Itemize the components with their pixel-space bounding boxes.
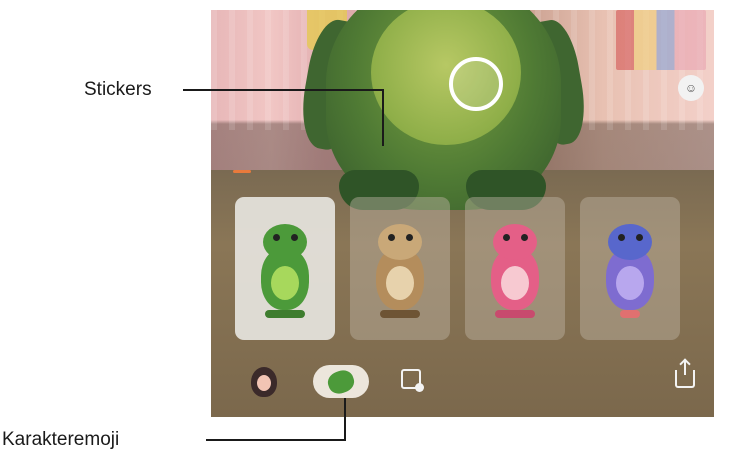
sticker-maker-icon[interactable]	[401, 369, 424, 392]
ar-emoji-icon	[325, 366, 357, 397]
stickers-tab-indicator	[233, 170, 251, 173]
sloth-emoji-icon	[360, 214, 440, 324]
background-shelf	[616, 10, 706, 70]
stickers-callout: Stickers	[84, 79, 152, 100]
stickers-callout-line-h	[183, 89, 384, 91]
stickers-callout-line-v	[382, 89, 384, 146]
emoji-card-bear[interactable]	[465, 197, 565, 340]
emoji-card-bird[interactable]	[580, 197, 680, 340]
frog-emoji-icon	[245, 214, 325, 324]
emoji-card-sloth[interactable]	[350, 197, 450, 340]
ar-emoji-callout: Karakteremoji	[2, 429, 120, 450]
emoji-card-frog[interactable]	[235, 197, 335, 340]
bird-emoji-icon	[590, 214, 670, 324]
ar-emoji-screen: ☺	[211, 10, 714, 417]
bear-emoji-icon	[475, 214, 555, 324]
emoji-face-icon[interactable]: ☺	[678, 75, 704, 101]
ar-emoji-callout-line-h	[206, 439, 346, 441]
ar-emoji-button[interactable]	[313, 365, 369, 398]
share-icon[interactable]	[675, 361, 695, 388]
ar-emoji-callout-line-v	[344, 398, 346, 441]
avatar-icon[interactable]	[251, 367, 277, 397]
capture-button[interactable]	[449, 57, 503, 111]
